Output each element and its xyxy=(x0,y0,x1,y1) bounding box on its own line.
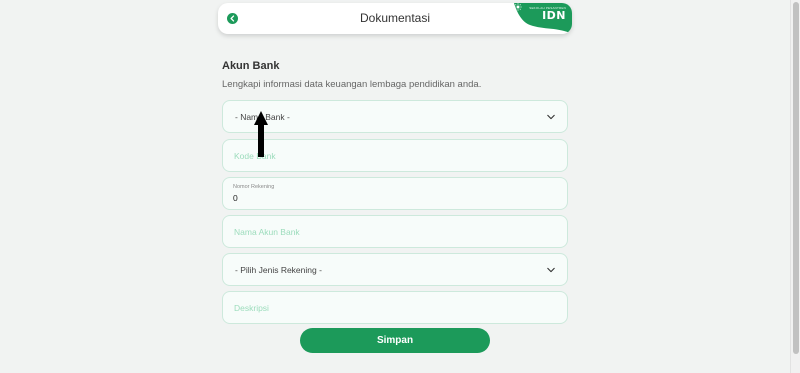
pointer-arrow-icon xyxy=(254,111,268,157)
section-description: Lengkapi informasi data keuangan lembaga… xyxy=(222,79,482,90)
chevron-down-icon xyxy=(547,114,555,120)
account-type-select[interactable]: - Pilih Jenis Rekening - xyxy=(222,253,568,286)
account-type-select-value: - Pilih Jenis Rekening - xyxy=(235,265,322,275)
account-number-label: Nomor Rekening xyxy=(233,184,275,190)
sun-icon xyxy=(514,3,522,11)
save-button[interactable]: Simpan xyxy=(300,328,490,353)
brand-text: IDN xyxy=(542,9,566,22)
account-name-input[interactable]: Nama Akun Bank xyxy=(222,215,568,248)
chevron-down-icon xyxy=(547,267,555,273)
scrollbar-thumb[interactable] xyxy=(793,2,799,354)
bank-name-select[interactable]: - Nama Bank - xyxy=(222,100,568,133)
bank-code-input[interactable]: Kode Bank xyxy=(222,139,568,172)
page-header: Dokumentasi SEKOLAH PESANTREN IDN xyxy=(218,3,572,34)
section-title: Akun Bank xyxy=(222,60,280,72)
description-placeholder: Deskripsi xyxy=(234,303,269,313)
brand-logo: SEKOLAH PESANTREN IDN xyxy=(514,3,572,34)
account-number-input[interactable]: Nomor Rekening 0 xyxy=(222,177,568,210)
description-input[interactable]: Deskripsi xyxy=(222,291,568,324)
page-scrollbar[interactable] xyxy=(790,0,800,373)
account-number-value: 0 xyxy=(233,193,238,203)
account-name-placeholder: Nama Akun Bank xyxy=(234,227,300,237)
